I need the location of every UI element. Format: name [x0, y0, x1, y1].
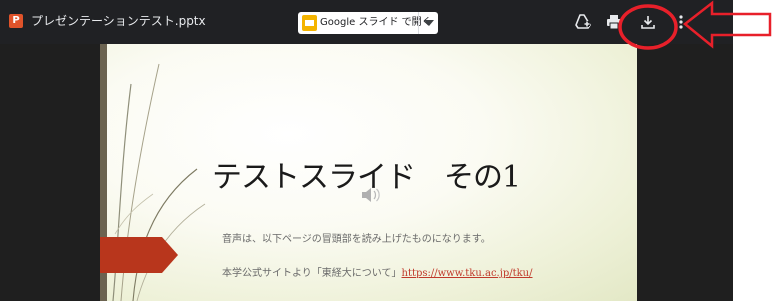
speaker-icon[interactable] — [360, 185, 382, 205]
slide-source-line: 本学公式サイトより「東経大について」https://www.tku.ac.jp/… — [222, 264, 533, 279]
slide-source-prefix: 本学公式サイトより「東経大について」 — [222, 268, 402, 279]
preview-toolbar: P プレゼンテーションテスト.pptx Google スライド で開く — [0, 0, 733, 44]
add-to-drive-button[interactable] — [573, 12, 593, 32]
slide-source-link[interactable]: https://www.tku.ac.jp/tku/ — [402, 268, 533, 279]
open-with-dropdown-button[interactable] — [419, 12, 438, 34]
red-accent-pentagon — [100, 237, 178, 273]
add-to-drive-icon — [575, 14, 591, 29]
file-name: プレゼンテーションテスト.pptx — [31, 14, 206, 28]
file-preview-viewer: P プレゼンテーションテスト.pptx Google スライド で開く テストス… — [0, 0, 733, 301]
more-options-button[interactable] — [671, 12, 691, 32]
powerpoint-file-icon: P — [9, 14, 23, 28]
slide-preview: テストスライド その1 音声は、以下ページの冒頭部を読み上げたものになります。 … — [100, 44, 637, 301]
download-button[interactable] — [638, 12, 658, 32]
open-with-button-group: Google スライド で開く — [298, 12, 438, 34]
open-with-google-slides-button[interactable]: Google スライド で開く — [320, 16, 432, 30]
slide-body-text: 音声は、以下ページの冒頭部を読み上げたものになります。 — [222, 234, 491, 245]
print-button[interactable] — [604, 12, 624, 32]
google-slides-icon — [302, 15, 317, 31]
chevron-down-icon — [423, 20, 434, 26]
print-icon — [607, 15, 621, 30]
more-vert-icon — [679, 15, 683, 29]
download-icon — [641, 16, 655, 29]
